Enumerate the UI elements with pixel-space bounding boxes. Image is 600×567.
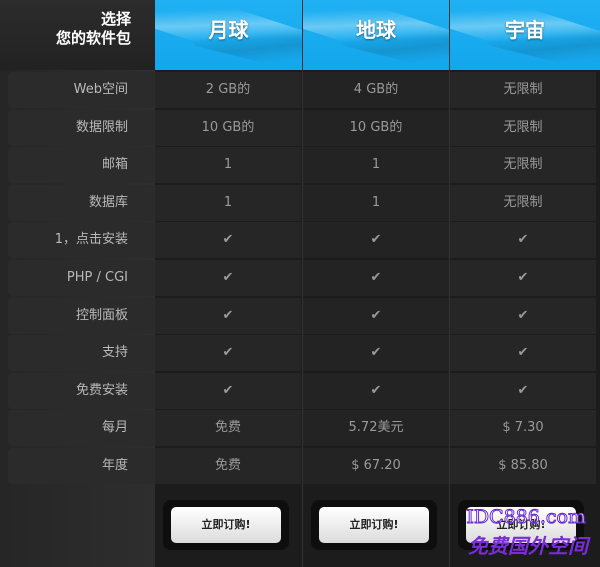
row-value: 免费 (155, 448, 301, 484)
order-button-frame: 立即订购! (311, 500, 437, 550)
table-row: 数据库 1 1 无限制 (8, 185, 596, 221)
table-title: 选择 您的软件包 (0, 0, 155, 70)
row-value: $ 85.80 (450, 448, 596, 484)
row-label: 年度 (8, 448, 155, 484)
watermark-slogan: 免费国外空间 (468, 534, 588, 558)
row-value: 免费 (155, 410, 301, 446)
title-line-2: 您的软件包 (55, 29, 131, 47)
row-value: 1 (303, 147, 449, 183)
table-row: 控制面板 ✔ ✔ ✔ (8, 298, 596, 334)
row-label: 1，点击安装 (8, 222, 155, 258)
row-value: 4 GB的 (303, 72, 449, 108)
table-row: 数据限制 10 GB的 10 GB的 无限制 (8, 110, 596, 146)
row-value: 10 GB的 (303, 110, 449, 146)
row-label: PHP / CGI (8, 260, 155, 296)
plan-header-moon: 月球 (155, 0, 302, 70)
check-icon: ✔ (303, 222, 449, 258)
table-row: 支持 ✔ ✔ ✔ (8, 335, 596, 371)
check-icon: ✔ (303, 335, 449, 371)
row-value: $ 67.20 (303, 448, 449, 484)
row-value: 5.72美元 (303, 410, 449, 446)
check-icon: ✔ (303, 260, 449, 296)
table-row: 年度 免费 $ 67.20 $ 85.80 (8, 448, 596, 484)
row-value: 无限制 (450, 110, 596, 146)
table-row: 每月 免费 5.72美元 $ 7.30 (8, 410, 596, 446)
check-icon: ✔ (155, 298, 301, 334)
check-icon: ✔ (155, 222, 301, 258)
table-row: 1，点击安装 ✔ ✔ ✔ (8, 222, 596, 258)
check-icon: ✔ (450, 222, 596, 258)
check-icon: ✔ (155, 373, 301, 409)
check-icon: ✔ (303, 298, 449, 334)
check-icon: ✔ (450, 298, 596, 334)
row-value: $ 7.30 (450, 410, 596, 446)
plan-name: 宇宙 (505, 18, 545, 42)
row-label: 邮箱 (8, 147, 155, 183)
table-row: PHP / CGI ✔ ✔ ✔ (8, 260, 596, 296)
table-row: 免费安装 ✔ ✔ ✔ (8, 373, 596, 409)
row-label: 数据库 (8, 185, 155, 221)
check-icon: ✔ (450, 373, 596, 409)
check-icon: ✔ (155, 335, 301, 371)
plan-name: 地球 (356, 18, 396, 42)
plan-header-universe: 宇宙 (450, 0, 600, 70)
row-value: 1 (155, 185, 301, 221)
table-row: Web空间 2 GB的 4 GB的 无限制 (8, 72, 596, 108)
check-icon: ✔ (155, 260, 301, 296)
row-value: 无限制 (450, 147, 596, 183)
check-icon: ✔ (450, 260, 596, 296)
table-row: 邮箱 1 1 无限制 (8, 147, 596, 183)
row-value: 2 GB的 (155, 72, 301, 108)
row-value: 1 (303, 185, 449, 221)
order-button-frame: 立即订购! (163, 500, 289, 550)
row-value: 无限制 (450, 185, 596, 221)
order-button-moon[interactable]: 立即订购! (171, 507, 281, 543)
plan-header-earth: 地球 (303, 0, 449, 70)
row-value: 无限制 (450, 72, 596, 108)
row-label: 每月 (8, 410, 155, 446)
order-button-earth[interactable]: 立即订购! (319, 507, 429, 543)
check-icon: ✔ (303, 373, 449, 409)
plan-name: 月球 (208, 18, 249, 42)
row-label: Web空间 (8, 72, 155, 108)
row-label: 支持 (8, 335, 155, 371)
row-value: 1 (155, 147, 301, 183)
check-icon: ✔ (450, 335, 596, 371)
row-label: 数据限制 (8, 110, 155, 146)
row-label: 免费安装 (8, 373, 155, 409)
watermark-domain: IDC886.com (466, 506, 587, 529)
row-value: 10 GB的 (155, 110, 301, 146)
title-line-1: 选择 (100, 10, 131, 28)
row-label: 控制面板 (8, 298, 155, 334)
pricing-table: 选择 您的软件包 月球 地球 宇宙 Web空间 2 GB的 4 GB的 无限制 数据限制… (0, 0, 600, 567)
